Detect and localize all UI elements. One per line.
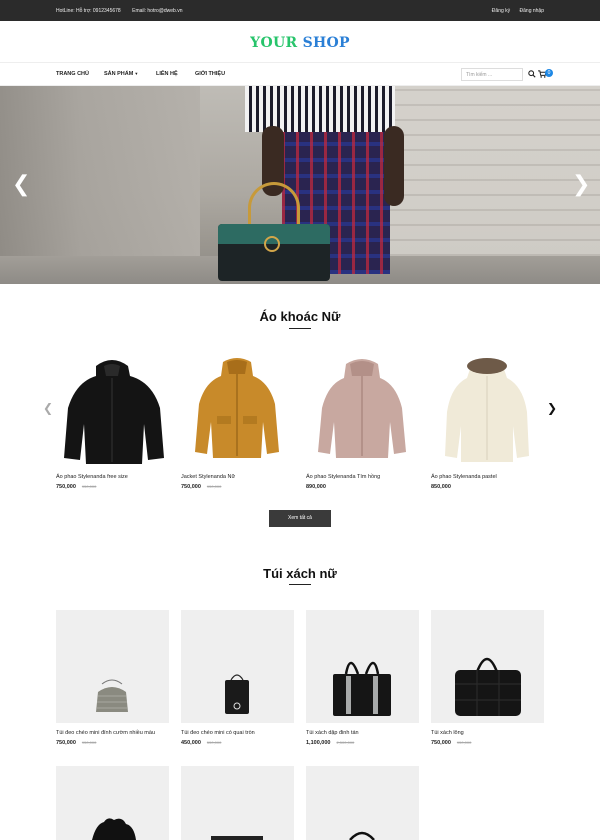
nav-item-home[interactable]: TRANG CHỦ bbox=[56, 71, 89, 77]
product-image[interactable] bbox=[56, 352, 169, 467]
price-current: 750,000 bbox=[181, 484, 201, 490]
mini-crossbody-bag-icon bbox=[225, 674, 249, 714]
product-name[interactable]: Áo phao Stylenanda free size bbox=[56, 474, 128, 480]
hero-prev-arrow-icon[interactable]: ❮ bbox=[12, 172, 30, 197]
login-link[interactable]: Đăng nhập bbox=[520, 8, 544, 14]
product-price: 850,000 bbox=[431, 484, 457, 490]
hotline-text: HotLine: Hỗ trợ: 0912345678 bbox=[56, 8, 121, 14]
top-bar: HotLine: Hỗ trợ: 0912345678 Email: hotro… bbox=[0, 0, 600, 21]
main-nav: TRANG CHỦ SẢN PHẨM▼ LIÊN HỆ GIỚI THIỆU T… bbox=[0, 63, 600, 86]
price-current: 1,100,000 bbox=[306, 740, 331, 746]
email-text: Email: hotro@dweb.vn bbox=[132, 8, 183, 14]
product-name[interactable]: Áo phao Stylenanda pastel bbox=[431, 474, 497, 480]
carousel-prev-icon[interactable]: ❮ bbox=[43, 401, 53, 415]
section-underline bbox=[289, 328, 311, 329]
price-old: 950,000 bbox=[206, 484, 222, 489]
product-image[interactable] bbox=[306, 766, 419, 840]
product-image[interactable] bbox=[56, 610, 169, 723]
product-price: 1,100,000 2,500,000 bbox=[306, 740, 354, 746]
nav-item-contact[interactable]: LIÊN HỆ bbox=[156, 71, 178, 77]
section-title-jackets: Áo khoác Nữ bbox=[259, 309, 341, 324]
product-name[interactable]: Túi xách lông bbox=[431, 730, 464, 736]
hero-arm-right bbox=[384, 126, 404, 206]
product-image[interactable] bbox=[181, 610, 294, 723]
hero-shirt bbox=[245, 86, 395, 132]
product-price: 750,000 950,000 bbox=[56, 484, 96, 490]
cart-count-badge: 0 bbox=[545, 69, 553, 77]
nav-item-products[interactable]: SẢN PHẨM▼ bbox=[104, 71, 138, 77]
product-price: 750,000 950,000 bbox=[431, 740, 471, 746]
price-old: 2,500,000 bbox=[336, 740, 355, 745]
price-old: 550,000 bbox=[206, 740, 222, 745]
product-name[interactable]: Túi đeo chéo mini có quai tròn bbox=[181, 730, 255, 736]
header: YOUR SHOP bbox=[0, 21, 600, 63]
hero-background-wall bbox=[380, 86, 600, 284]
hero-handbag-clasp bbox=[264, 236, 280, 252]
price-current: 750,000 bbox=[431, 740, 451, 746]
register-link[interactable]: Đăng ký bbox=[492, 8, 510, 14]
price-old: 950,000 bbox=[81, 740, 97, 745]
bag-icon bbox=[211, 836, 263, 840]
nav-item-about[interactable]: GIỚI THIỆU bbox=[195, 71, 225, 77]
view-all-button[interactable]: Xem tất cả bbox=[269, 510, 331, 527]
search-icon[interactable] bbox=[528, 70, 536, 78]
product-price: 450,000 550,000 bbox=[181, 740, 221, 746]
product-name[interactable]: Áo phao Stylenanda Tím hồng bbox=[306, 474, 380, 480]
account-links: Đăng ký Đăng nhập bbox=[484, 8, 544, 14]
price-current: 890,000 bbox=[306, 484, 326, 490]
beaded-bag-icon bbox=[96, 679, 128, 712]
product-image[interactable] bbox=[431, 352, 544, 467]
product-name[interactable]: Jacket Stylenanda Nữ bbox=[181, 474, 235, 480]
product-name[interactable]: Túi xách dập đinh tán bbox=[306, 730, 359, 736]
hero-next-arrow-icon[interactable]: ❯ bbox=[572, 172, 590, 197]
price-old: 950,000 bbox=[81, 484, 97, 489]
product-name[interactable]: Túi đeo chéo mini đính cườm nhiều màu bbox=[56, 730, 155, 736]
product-price: 890,000 bbox=[306, 484, 332, 490]
search-input[interactable]: Tìm kiếm ... bbox=[461, 68, 523, 81]
hero-bag-handle bbox=[248, 182, 300, 230]
product-image[interactable] bbox=[306, 352, 419, 467]
product-image[interactable] bbox=[181, 766, 294, 840]
price-current: 850,000 bbox=[431, 484, 451, 490]
hero-banner: ❮ ❯ bbox=[0, 86, 600, 284]
price-current: 750,000 bbox=[56, 740, 76, 746]
carousel-next-icon[interactable]: ❯ bbox=[547, 401, 557, 415]
site-logo[interactable]: YOUR SHOP bbox=[0, 35, 600, 51]
ruffle-bag-icon bbox=[92, 818, 136, 840]
logo-word-2: SHOP bbox=[302, 35, 350, 51]
product-image[interactable] bbox=[306, 610, 419, 723]
furry-bag-icon bbox=[455, 657, 521, 716]
product-price: 750,000 950,000 bbox=[181, 484, 221, 490]
price-current: 750,000 bbox=[56, 484, 76, 490]
nav-item-products-label: SẢN PHẨM bbox=[104, 71, 134, 77]
price-current: 450,000 bbox=[181, 740, 201, 746]
logo-word-1: YOUR bbox=[250, 35, 298, 51]
contact-info: HotLine: Hỗ trợ: 0912345678 Email: hotro… bbox=[56, 8, 193, 14]
section-title-handbags: Túi xách nữ bbox=[263, 566, 337, 581]
section-underline bbox=[289, 584, 311, 585]
bag-icon bbox=[349, 831, 375, 840]
product-price: 750,000 950,000 bbox=[56, 740, 96, 746]
product-image[interactable] bbox=[431, 610, 544, 723]
chevron-down-icon: ▼ bbox=[134, 71, 139, 76]
studded-tote-icon bbox=[333, 661, 391, 716]
product-image[interactable] bbox=[181, 352, 294, 467]
price-old: 950,000 bbox=[456, 740, 472, 745]
product-image[interactable] bbox=[56, 766, 169, 840]
